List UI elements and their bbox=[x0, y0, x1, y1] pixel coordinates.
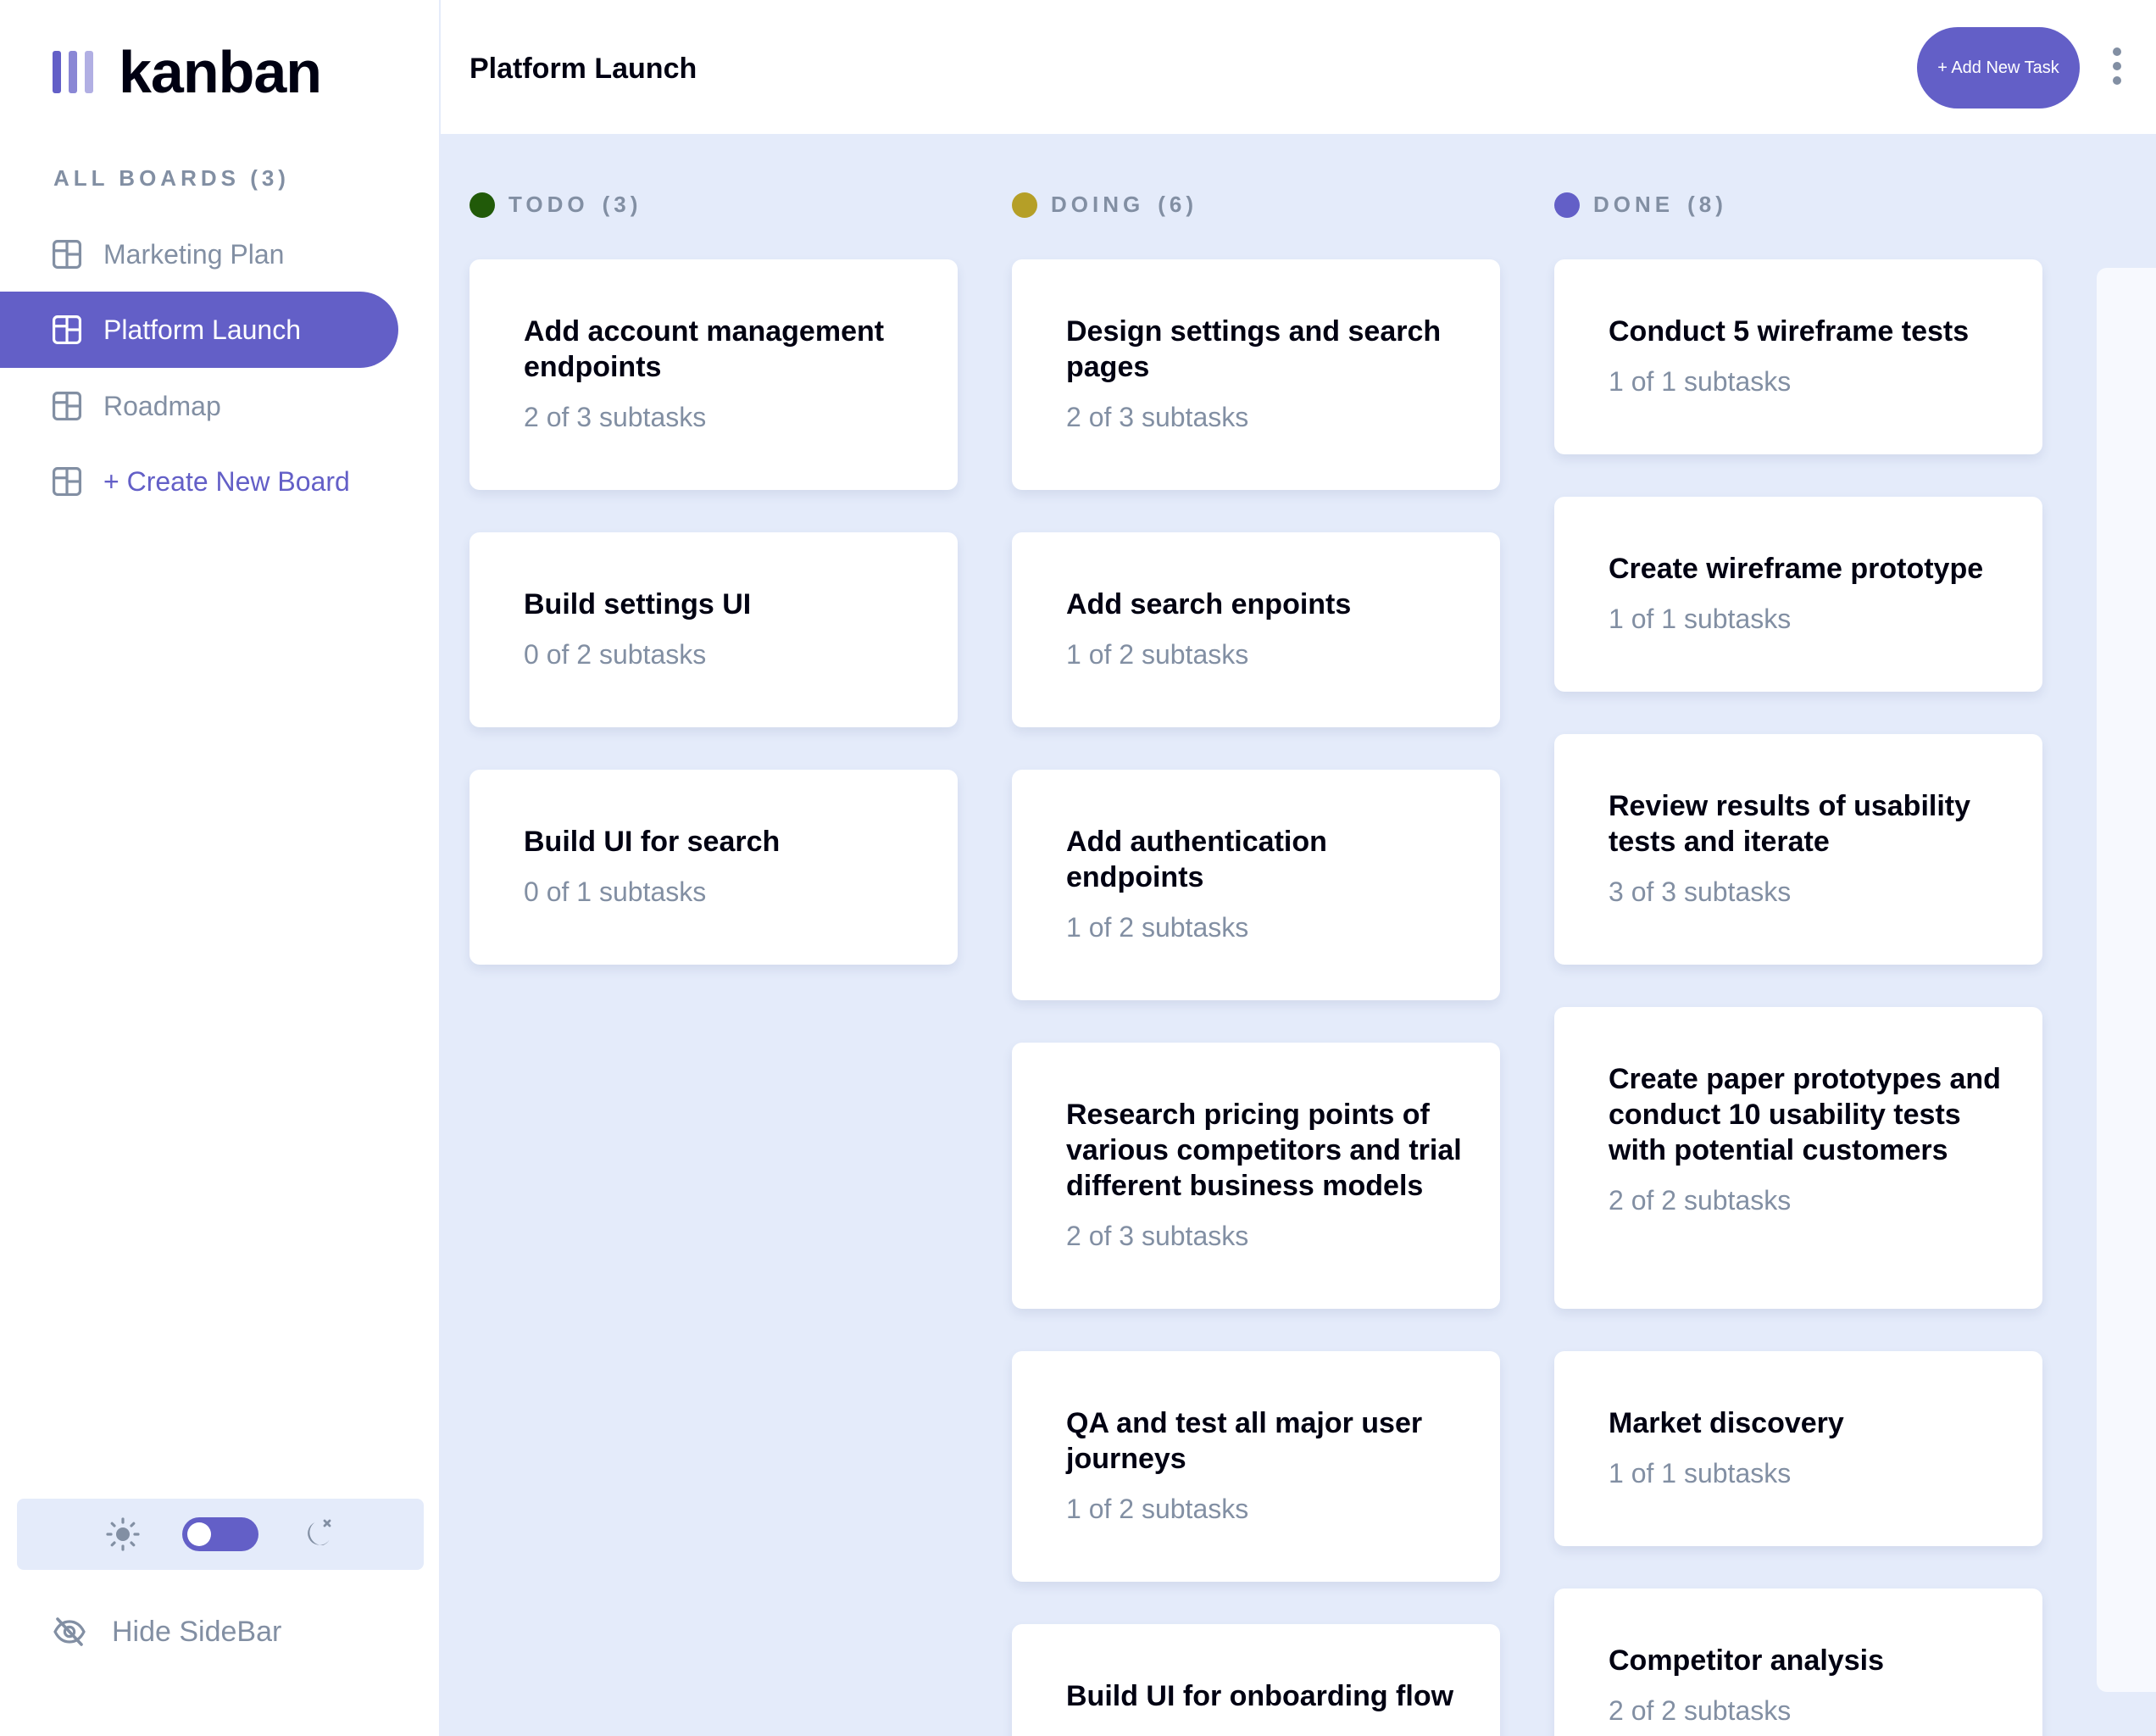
sidebar-item-platform-launch[interactable]: Platform Launch bbox=[0, 292, 398, 368]
task-card[interactable]: QA and test all major user journeys 1 of… bbox=[1012, 1351, 1500, 1582]
status-dot bbox=[470, 192, 495, 218]
sidebar-item-label: Marketing Plan bbox=[103, 238, 285, 270]
all-boards-heading: ALL BOARDS (3) bbox=[53, 165, 290, 191]
status-dot bbox=[1554, 192, 1580, 218]
task-subtasks: 2 of 2 subtasks bbox=[1609, 1185, 1792, 1216]
page-title: Platform Launch bbox=[470, 53, 697, 85]
column-name: DONE bbox=[1593, 192, 1675, 217]
eye-slash-icon bbox=[53, 1617, 86, 1646]
theme-toggle-panel bbox=[17, 1499, 424, 1570]
board-area: TODO (3) Add account management endpoint… bbox=[441, 136, 2156, 1736]
task-subtasks: 2 of 3 subtasks bbox=[1066, 402, 1249, 432]
task-subtasks: 0 of 1 subtasks bbox=[524, 876, 707, 907]
task-subtasks: 2 of 3 subtasks bbox=[524, 402, 707, 432]
logo-icon bbox=[53, 51, 93, 93]
task-title: Design settings and search pages bbox=[1066, 315, 1442, 383]
task-card[interactable]: Research pricing points of various compe… bbox=[1012, 1043, 1500, 1309]
board-icon bbox=[53, 467, 81, 496]
task-card[interactable]: Add search enpoints 1 of 2 subtasks bbox=[1012, 532, 1500, 727]
board-icon bbox=[53, 240, 81, 269]
toggle-knob bbox=[187, 1522, 211, 1546]
task-card[interactable]: Competitor analysis 2 of 2 subtasks bbox=[1554, 1589, 2042, 1736]
task-card[interactable]: Add authentication endpoints 1 of 2 subt… bbox=[1012, 770, 1500, 1000]
task-title: Add authentication endpoints bbox=[1066, 826, 1327, 893]
task-card[interactable]: Build UI for search 0 of 1 subtasks bbox=[470, 770, 958, 965]
task-subtasks: 1 of 1 subtasks bbox=[1609, 366, 1792, 397]
task-title: Build settings UI bbox=[524, 588, 752, 620]
task-title: Research pricing points of various compe… bbox=[1066, 1099, 1462, 1202]
logo-text: kanban bbox=[119, 39, 322, 105]
theme-toggle-switch[interactable] bbox=[182, 1517, 258, 1551]
column-count: (8) bbox=[1687, 192, 1727, 217]
task-card[interactable]: Create wireframe prototype 1 of 1 subtas… bbox=[1554, 497, 2042, 692]
logo: kanban bbox=[53, 39, 322, 105]
task-subtasks: 2 of 2 subtasks bbox=[1609, 1695, 1792, 1726]
task-title: Build UI for onboarding flow bbox=[1066, 1680, 1454, 1712]
column-header: TODO (3) bbox=[470, 192, 642, 218]
task-subtasks: 1 of 2 subtasks bbox=[1066, 1494, 1249, 1524]
new-column-placeholder[interactable] bbox=[2097, 268, 2156, 1692]
column-name: DOING bbox=[1051, 192, 1145, 217]
sidebar: kanban ALL BOARDS (3) Marketing Plan Pla… bbox=[0, 0, 441, 1736]
task-title: QA and test all major user journeys bbox=[1066, 1407, 1423, 1475]
task-subtasks: 2 of 3 subtasks bbox=[1066, 1221, 1249, 1251]
task-card[interactable]: Add account management endpoints 2 of 3 … bbox=[470, 259, 958, 490]
task-title: Build UI for search bbox=[524, 826, 781, 858]
create-new-board-label: + Create New Board bbox=[103, 465, 350, 497]
sidebar-item-roadmap[interactable]: Roadmap bbox=[0, 368, 398, 444]
column-count: (6) bbox=[1158, 192, 1198, 217]
task-card[interactable]: Conduct 5 wireframe tests 1 of 1 subtask… bbox=[1554, 259, 2042, 454]
column-name: TODO bbox=[508, 192, 589, 217]
hide-sidebar-button[interactable]: Hide SideBar bbox=[53, 1615, 281, 1649]
task-card[interactable]: Create paper prototypes and conduct 10 u… bbox=[1554, 1007, 2042, 1309]
column-header: DONE (8) bbox=[1554, 192, 1727, 218]
moon-icon bbox=[308, 1519, 331, 1546]
sidebar-item-marketing-plan[interactable]: Marketing Plan bbox=[0, 216, 398, 292]
task-card[interactable]: Review results of usability tests and it… bbox=[1554, 734, 2042, 965]
task-subtasks: 1 of 1 subtasks bbox=[1609, 1458, 1792, 1488]
task-card[interactable]: Market discovery 1 of 1 subtasks bbox=[1554, 1351, 2042, 1546]
task-title: Market discovery bbox=[1609, 1407, 1844, 1439]
task-title: Review results of usability tests and it… bbox=[1609, 790, 1971, 858]
header: Platform Launch + Add New Task bbox=[441, 0, 2156, 136]
task-title: Conduct 5 wireframe tests bbox=[1609, 315, 1970, 348]
kebab-icon[interactable] bbox=[2110, 47, 2124, 85]
task-title: Competitor analysis bbox=[1609, 1644, 1884, 1677]
task-card[interactable]: Build UI for onboarding flow bbox=[1012, 1624, 1500, 1736]
hide-sidebar-label: Hide SideBar bbox=[112, 1615, 282, 1648]
create-new-board-button[interactable]: + Create New Board bbox=[0, 443, 398, 520]
task-card[interactable]: Design settings and search pages 2 of 3 … bbox=[1012, 259, 1500, 490]
add-new-task-button[interactable]: + Add New Task bbox=[1917, 27, 2080, 108]
sun-icon bbox=[106, 1517, 140, 1551]
task-title: Add search enpoints bbox=[1066, 588, 1352, 620]
task-subtasks: 1 of 2 subtasks bbox=[1066, 639, 1249, 670]
task-card[interactable]: Build settings UI 0 of 2 subtasks bbox=[470, 532, 958, 727]
column-count: (3) bbox=[602, 192, 642, 217]
task-subtasks: 1 of 1 subtasks bbox=[1609, 604, 1792, 634]
task-title: Create paper prototypes and conduct 10 u… bbox=[1609, 1063, 2001, 1166]
task-title: Add account management endpoints bbox=[524, 315, 885, 383]
board-icon bbox=[53, 315, 81, 344]
board-icon bbox=[53, 392, 81, 420]
status-dot bbox=[1012, 192, 1037, 218]
sidebar-item-label: Roadmap bbox=[103, 390, 221, 421]
task-subtasks: 3 of 3 subtasks bbox=[1609, 876, 1792, 907]
task-title: Create wireframe prototype bbox=[1609, 553, 1984, 585]
column-header: DOING (6) bbox=[1012, 192, 1197, 218]
task-subtasks: 0 of 2 subtasks bbox=[524, 639, 707, 670]
task-subtasks: 1 of 2 subtasks bbox=[1066, 912, 1249, 943]
sidebar-item-label: Platform Launch bbox=[103, 314, 302, 345]
